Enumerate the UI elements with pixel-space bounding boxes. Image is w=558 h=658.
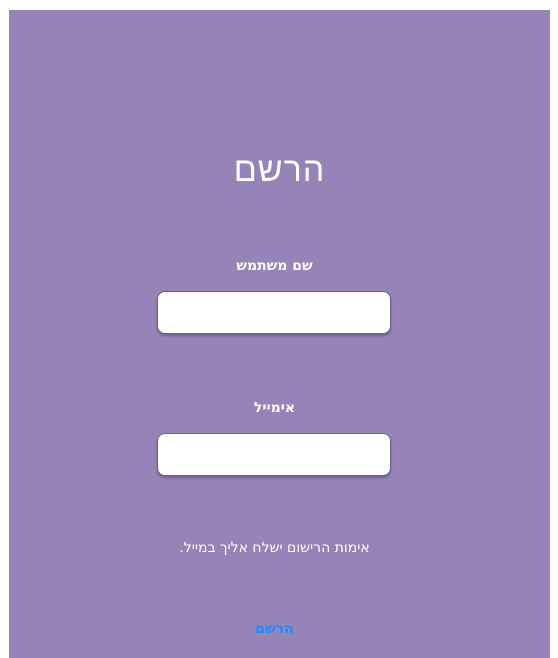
username-label: שם משתמש: [236, 258, 313, 274]
email-label: אימייל: [253, 400, 296, 416]
page-title: הרשם: [233, 150, 326, 190]
registration-panel: הרשם שם משתמש אימייל אימות הרישום ישלח א…: [9, 10, 550, 658]
verification-info-text: אימות הרישום ישלח אליך במייל.: [179, 540, 370, 556]
username-input[interactable]: [157, 291, 391, 334]
email-input[interactable]: [157, 433, 391, 476]
register-link[interactable]: הרשם: [9, 621, 540, 637]
